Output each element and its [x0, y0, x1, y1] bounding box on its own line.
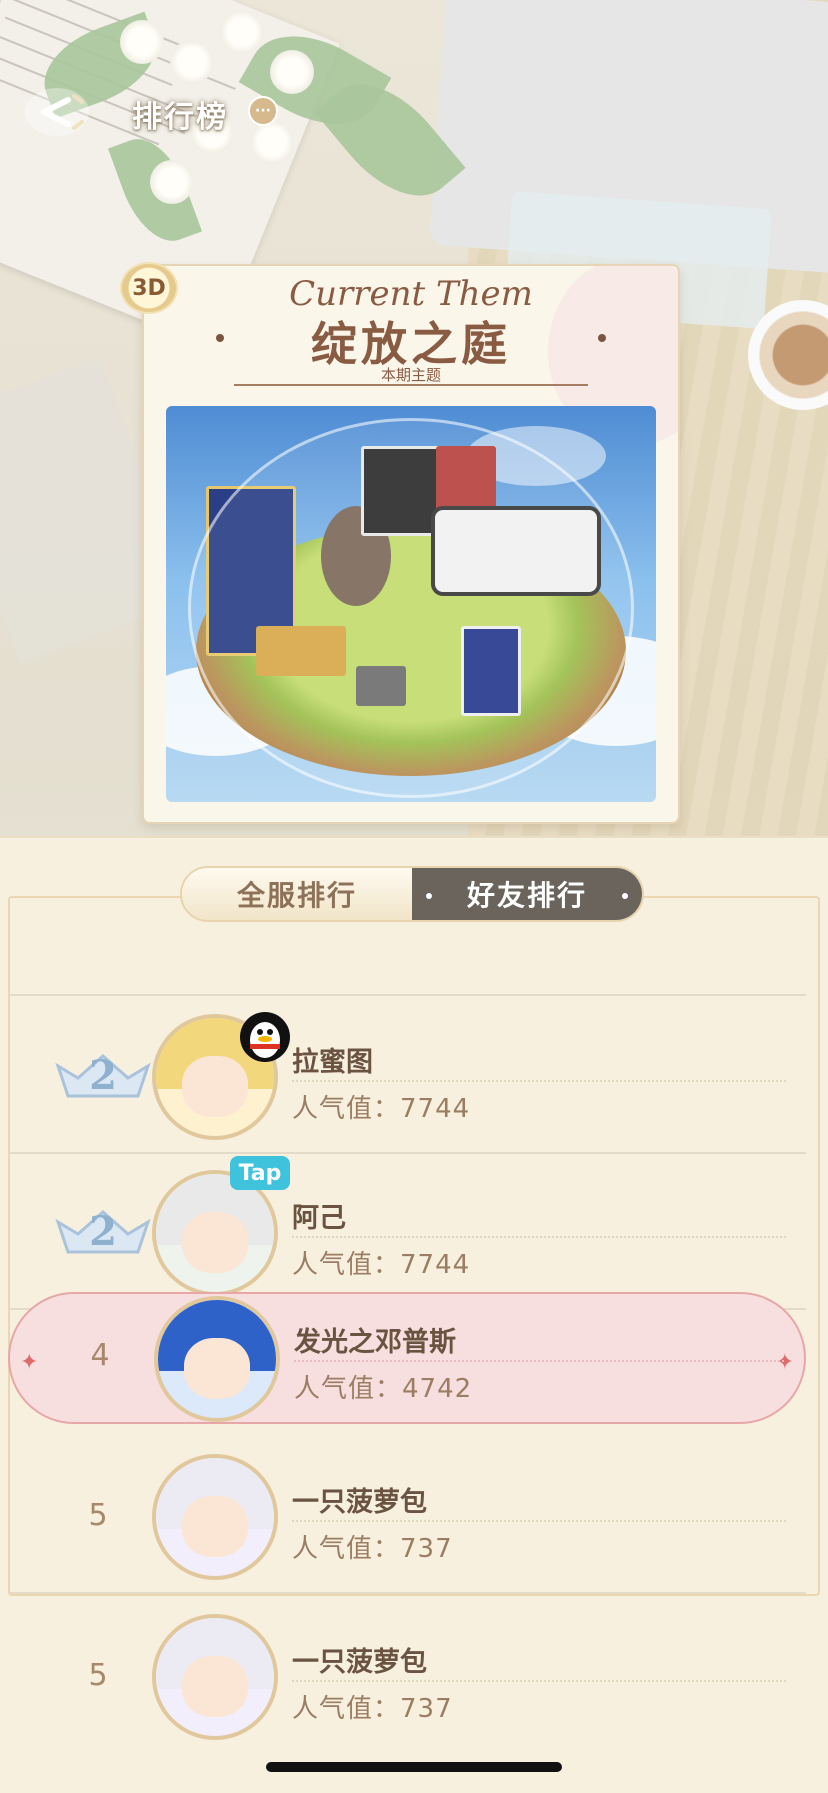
- player-name: 拉蜜图: [292, 1047, 373, 1078]
- list-item-self[interactable]: ✦ ✦ 4 发光之邓普斯 人气值：4742: [8, 1292, 806, 1424]
- crown-rank-badge: 2: [48, 1048, 158, 1104]
- ellipsis-icon: ···: [255, 103, 271, 119]
- home-indicator[interactable]: [266, 1762, 562, 1772]
- back-arrow-icon: [25, 88, 89, 136]
- more-info-button[interactable]: ···: [248, 96, 278, 126]
- flower-decoration: [150, 160, 194, 204]
- list-item[interactable]: 2 Tap 阿己 人气值：7744: [8, 1154, 806, 1310]
- player-name: 发光之邓普斯: [294, 1327, 456, 1358]
- crown-rank-badge: 2: [48, 1204, 158, 1260]
- avatar[interactable]: [152, 1614, 278, 1740]
- flower-decoration: [220, 10, 264, 54]
- current-theme-card[interactable]: Current Them 绽放之庭 本期主题: [142, 264, 680, 824]
- player-name: 一只菠萝包: [292, 1487, 427, 1518]
- flower-decoration: [120, 20, 164, 64]
- popularity-score: 人气值：7744: [292, 1250, 471, 1280]
- sparkle-icon: ✦: [775, 1350, 794, 1375]
- ranking-tab-switch: 全服排行 好友排行: [180, 866, 644, 922]
- page-title: 排行榜: [132, 100, 228, 135]
- player-name: 一只菠萝包: [292, 1647, 427, 1678]
- 3d-view-button[interactable]: 3D: [120, 262, 178, 314]
- popularity-score: 人气值：737: [292, 1694, 453, 1724]
- avatar[interactable]: [154, 1296, 280, 1422]
- taptap-icon: Tap: [230, 1156, 290, 1190]
- popularity-score: 人气值：737: [292, 1534, 453, 1564]
- list-item[interactable]: 5 一只菠萝包 人气值：737: [8, 1438, 806, 1594]
- list-item[interactable]: 5 一只菠萝包 人气值：737: [8, 1598, 806, 1754]
- back-button[interactable]: [22, 82, 92, 142]
- garden-scene-image: [166, 406, 656, 802]
- rank-number: 5: [88, 1658, 108, 1693]
- tab-friends-ranking[interactable]: 好友排行: [412, 868, 642, 920]
- popularity-score: 人气值：7744: [292, 1094, 471, 1124]
- list-item: [8, 948, 806, 996]
- theme-subtitle: 本期主题: [380, 366, 441, 384]
- avatar[interactable]: [152, 1454, 278, 1580]
- rank-number: 5: [88, 1498, 108, 1533]
- tab-server-ranking[interactable]: 全服排行: [182, 868, 412, 920]
- flower-decoration: [250, 120, 294, 164]
- popularity-score: 人气值：4742: [294, 1374, 473, 1404]
- ranking-panel: 全服排行 好友排行 2 拉蜜图 人气值：7744 2 Tap 阿己 人气值：77…: [0, 836, 828, 1793]
- player-name: 阿己: [292, 1203, 346, 1234]
- qq-penguin-icon: [240, 1012, 290, 1062]
- rank-number: 4: [90, 1338, 110, 1373]
- sparkle-icon: ✦: [20, 1350, 39, 1375]
- list-item[interactable]: 2 拉蜜图 人气值：7744: [8, 998, 806, 1154]
- flower-decoration: [270, 50, 314, 94]
- flower-decoration: [170, 40, 214, 84]
